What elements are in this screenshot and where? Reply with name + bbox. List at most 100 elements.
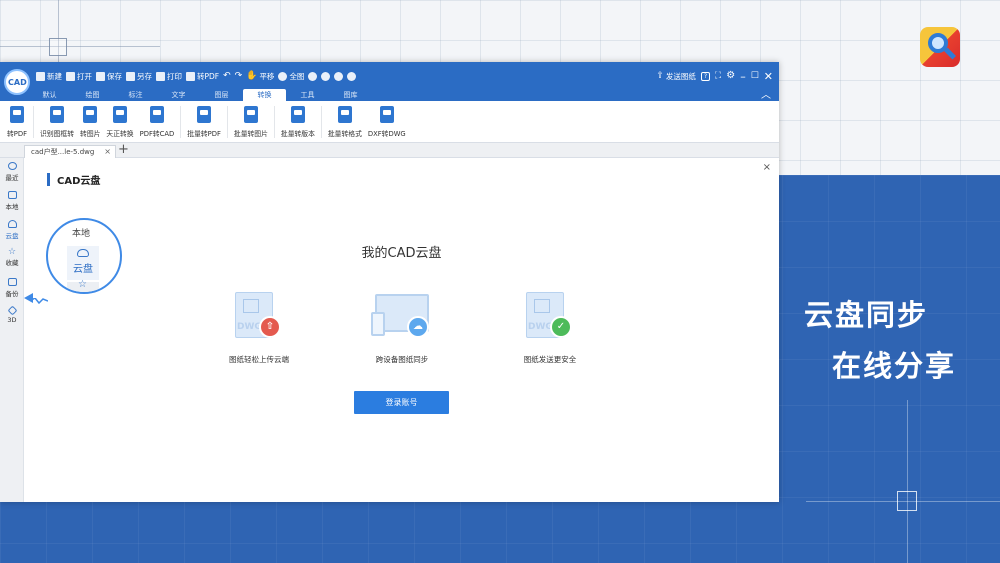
shield-check-icon: ✓ <box>550 316 572 338</box>
sidebar-item-3d[interactable]: 3D <box>0 303 24 332</box>
document-tab[interactable]: cad户型...le-5.dwg × <box>24 145 116 158</box>
ribbon-label: DXF转DWG <box>367 130 406 138</box>
upload-drawing-illustration: DWG ⇧ <box>231 290 287 342</box>
window-controls: ⇪ 发送图纸 ? ⛶ ⚙ – ☐ ✕ <box>656 69 773 83</box>
pan-button[interactable]: ✋ 平移 <box>246 71 274 82</box>
magnifier-cloud-item: 云盘 <box>67 246 99 280</box>
open-label: 打开 <box>77 71 92 81</box>
to-image-button[interactable]: 转图片 <box>77 101 103 138</box>
left-sidebar: 最近 本地 云盘 ☆ 收藏 备份 3D <box>0 158 24 502</box>
save-button[interactable]: 保存 <box>96 71 122 82</box>
print-icon <box>156 71 165 81</box>
ribbon-label: PDF转CAD <box>139 130 175 138</box>
batch-format-button[interactable]: 批量转格式 <box>325 101 365 138</box>
close-panel-icon[interactable]: × <box>763 162 771 173</box>
ribbon-label: 转PDF <box>7 130 28 138</box>
zoom-window-button[interactable] <box>334 71 344 81</box>
document-tab-bar: cad户型...le-5.dwg × + <box>0 143 779 158</box>
sidebar-item-favorites[interactable]: ☆ 收藏 <box>0 245 24 274</box>
fit-all-button[interactable]: 全图 <box>278 71 304 82</box>
batch-pdf-icon <box>197 106 212 123</box>
tab-text[interactable]: 文字 <box>157 89 200 101</box>
sidebar-item-label: 最近 <box>5 174 19 182</box>
feature-label: 图纸发送更安全 <box>523 355 577 364</box>
tab-default[interactable]: 默认 <box>28 89 71 101</box>
sidebar-item-local[interactable]: 本地 <box>0 187 24 216</box>
cube-3d-icon <box>7 305 17 316</box>
magnifier-callout: 本地 云盘 <box>46 218 122 294</box>
add-tab-icon[interactable]: + <box>118 143 129 157</box>
tab-layer[interactable]: 图层 <box>200 89 243 101</box>
ribbon-separator <box>226 106 228 138</box>
sidebar-item-cloud[interactable]: 云盘 <box>0 216 24 245</box>
collapse-ribbon-icon[interactable]: ︿ <box>761 86 771 101</box>
deco-line <box>907 400 908 563</box>
cad-app-window: CAD 新建 打开 保存 另存 打印 转PDF ↶ ↷ ✋ 平移 全图 ⇪ 发送图纸… <box>0 62 779 502</box>
batch-image-button[interactable]: 批量转图片 <box>231 101 271 138</box>
ribbon-toolbar: 转PDF 识别图框转 转图片 天正转换 PDF转CAD 批量转PDF 批量转图片… <box>0 101 779 143</box>
zoom-in-icon <box>308 71 318 81</box>
tab-convert[interactable]: 转换 <box>243 89 286 101</box>
to-pdf-button[interactable]: 转PDF <box>186 71 219 82</box>
open-button[interactable]: 打开 <box>66 71 92 82</box>
local-monitor-icon <box>7 191 17 199</box>
promo-headline-1: 云盘同步 <box>804 298 929 332</box>
frame-detect-icon <box>50 106 65 123</box>
sidebar-item-backup[interactable]: 备份 <box>0 274 24 303</box>
zoom-prev-button[interactable] <box>347 71 357 81</box>
panel-title: CAD云盘 <box>57 176 101 187</box>
close-tab-icon[interactable]: × <box>104 146 111 158</box>
maximize-icon[interactable]: ☐ <box>751 71 759 81</box>
tab-dimension[interactable]: 标注 <box>114 89 157 101</box>
sidebar-item-label: 本地 <box>5 203 19 211</box>
print-button[interactable]: 打印 <box>156 71 182 82</box>
new-button[interactable]: 新建 <box>36 71 62 82</box>
feature-label: 跨设备图纸同步 <box>375 355 429 364</box>
save-as-button[interactable]: 另存 <box>126 71 152 82</box>
deco-square <box>49 38 67 56</box>
new-file-icon <box>36 71 45 81</box>
frame-detect-button[interactable]: 识别图框转 <box>37 101 77 138</box>
login-button[interactable]: 登录账号 <box>354 391 449 414</box>
sidebar-item-label: 3D <box>7 316 17 324</box>
cloud-panel: × CAD云盘 我的CAD云盘 DWG ⇧ 图纸轻松上传云端 ☁ 跨设备图纸同步 <box>24 158 779 502</box>
sync-devices-illustration: ☁ <box>371 290 433 342</box>
batch-pdf-button[interactable]: 批量转PDF <box>184 101 224 138</box>
promo-headline-2: 在线分享 <box>832 349 957 383</box>
zoom-out-icon <box>321 71 331 81</box>
zoom-in-button[interactable] <box>308 71 318 81</box>
send-drawing-button[interactable]: ⇪ 发送图纸 <box>656 71 696 82</box>
pdf-to-cad-button[interactable]: PDF转CAD <box>137 101 178 138</box>
save-label: 保存 <box>107 71 122 81</box>
tab-library[interactable]: 图库 <box>329 89 372 101</box>
undo-icon: ↶ <box>223 70 231 81</box>
panel-accent-bar <box>47 173 50 186</box>
ribbon-label: 天正转换 <box>106 130 134 138</box>
batch-version-button[interactable]: 批量转版本 <box>278 101 318 138</box>
minimize-icon[interactable]: – <box>740 71 746 82</box>
phone-icon <box>371 312 385 336</box>
pdf-export-icon <box>10 106 25 123</box>
ribbon-label: 批量转图片 <box>233 130 268 138</box>
save-as-icon <box>126 71 135 81</box>
close-window-icon[interactable]: ✕ <box>764 71 773 82</box>
tab-tools[interactable]: 工具 <box>286 89 329 101</box>
redo-button[interactable]: ↷ <box>235 71 243 81</box>
to-pdf-label: 转PDF <box>197 71 220 81</box>
upload-cloud-icon: ⇧ <box>259 316 281 338</box>
tab-draw[interactable]: 绘图 <box>71 89 114 101</box>
sidebar-item-recent[interactable]: 最近 <box>0 158 24 187</box>
zoom-out-button[interactable] <box>321 71 331 81</box>
ribbon-label: 批量转版本 <box>280 130 315 138</box>
to-pdf-ribbon-button[interactable]: 转PDF <box>4 101 30 138</box>
settings-gear-icon[interactable]: ⚙ <box>726 71 735 81</box>
tangent-convert-button[interactable]: 天正转换 <box>103 101 136 138</box>
undo-button[interactable]: ↶ <box>223 70 231 81</box>
fullscreen-icon[interactable]: ⛶ <box>715 71 721 81</box>
dxf-to-dwg-button[interactable]: DXF转DWG <box>365 101 409 138</box>
sidebar-item-label: 收藏 <box>5 259 19 267</box>
help-icon[interactable]: ? <box>700 71 710 81</box>
app-logo[interactable]: CAD <box>4 69 30 95</box>
deco-line <box>0 46 160 47</box>
callout-arrow-line <box>30 298 48 304</box>
